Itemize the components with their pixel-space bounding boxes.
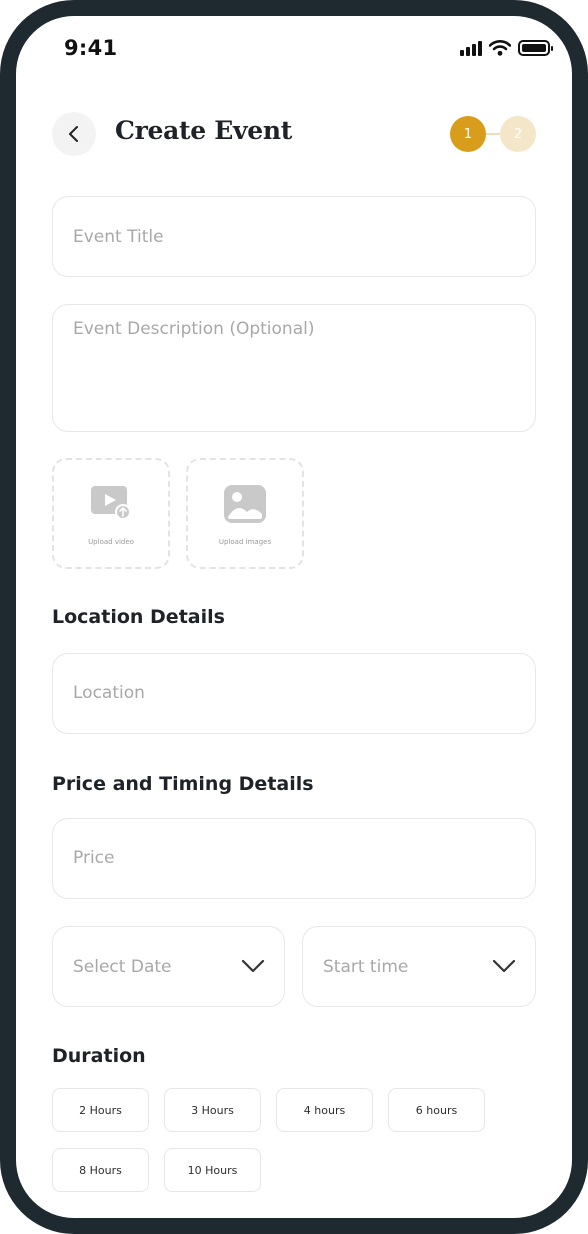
wifi-icon [489,40,511,56]
upload-images-button[interactable]: Upload images [186,458,304,569]
start-time-dropdown[interactable]: Start time [302,926,536,1007]
duration-chip[interactable]: 3 Hours [164,1088,261,1132]
price-input[interactable]: Price [52,818,536,899]
duration-section-title: Duration [52,1045,146,1067]
upload-images-label: Upload images [218,538,272,546]
chevron-down-icon [492,959,516,973]
video-upload-icon [91,486,131,520]
battery-level [522,44,546,52]
upload-video-label: Upload video [88,538,134,546]
back-button[interactable] [52,112,96,156]
duration-chip[interactable]: 2 Hours [52,1088,149,1132]
step-2: 2 [500,116,536,152]
device-frame: 9:41 Create Event 1 2 Event Title Event … [0,0,588,1234]
status-time: 9:41 [64,36,118,60]
signal-icon [460,40,482,56]
chevron-left-icon [69,126,78,142]
duration-chip[interactable]: 10 Hours [164,1148,261,1192]
select-date-placeholder: Select Date [73,957,172,977]
price-placeholder: Price [73,848,115,868]
status-icons [460,40,553,56]
app-screen: 9:41 Create Event 1 2 Event Title Event … [16,16,572,1218]
duration-chip[interactable]: 8 Hours [52,1148,149,1192]
event-title-placeholder: Event Title [73,227,164,247]
page-title: Create Event [115,116,292,145]
event-description-placeholder: Event Description (Optional) [73,319,315,339]
duration-chip[interactable]: 4 hours [276,1088,373,1132]
start-time-placeholder: Start time [323,957,409,977]
location-section-title: Location Details [52,606,225,628]
step-1: 1 [450,116,486,152]
location-placeholder: Location [73,683,145,703]
event-title-input[interactable]: Event Title [52,196,536,277]
location-input[interactable]: Location [52,653,536,734]
step-connector [486,133,500,135]
upload-video-button[interactable]: Upload video [52,458,170,569]
duration-chip[interactable]: 6 hours [388,1088,485,1132]
price-section-title: Price and Timing Details [52,773,314,795]
select-date-dropdown[interactable]: Select Date [52,926,285,1007]
image-icon [224,485,266,523]
battery-icon [518,40,553,56]
chevron-down-icon [241,959,265,973]
step-indicator: 1 2 [450,116,536,152]
event-description-input[interactable]: Event Description (Optional) [52,304,536,432]
